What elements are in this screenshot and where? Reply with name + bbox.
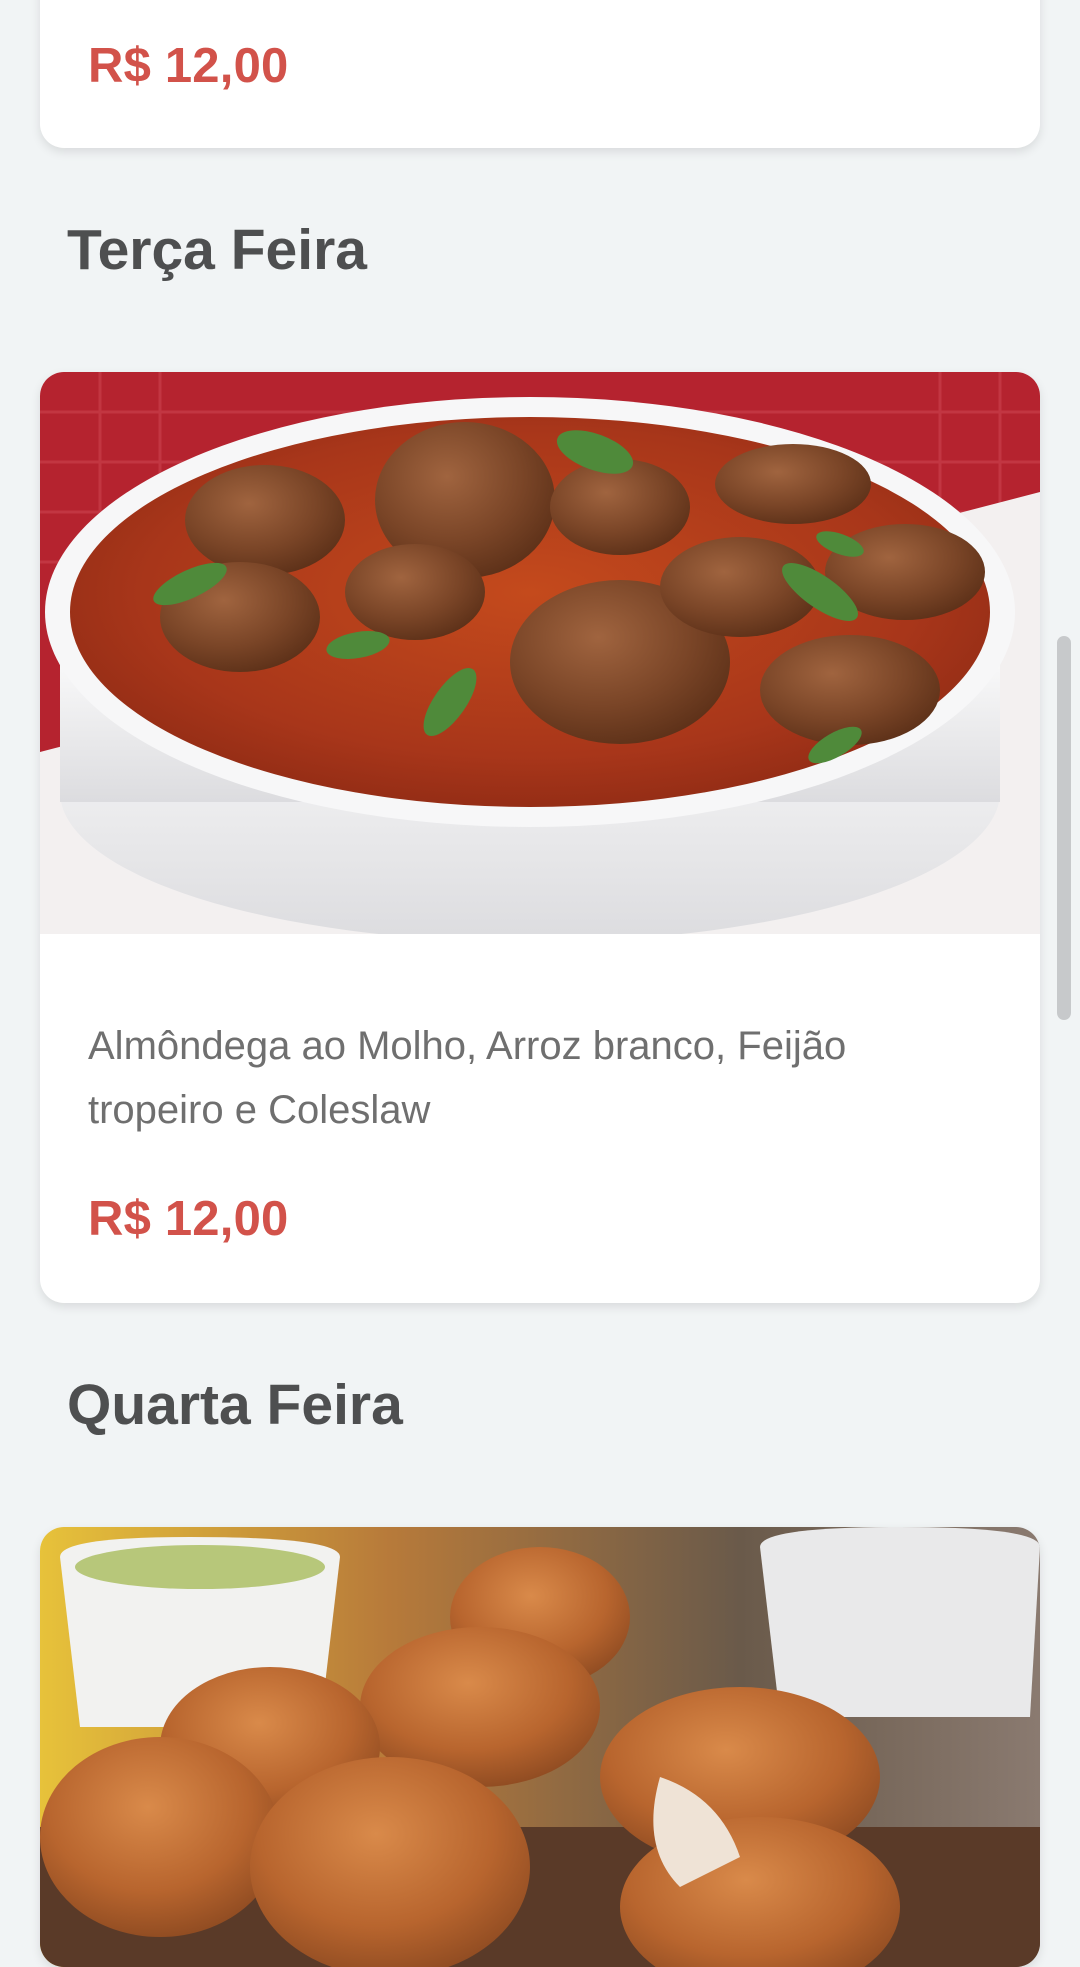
price-label: R$ 12,00	[88, 1192, 289, 1246]
meatballs-photo	[40, 372, 1040, 934]
day-heading-tuesday: Terça Feira	[67, 218, 367, 282]
menu-card-wednesday[interactable]	[40, 1527, 1040, 1967]
day-heading-wednesday: Quarta Feira	[67, 1373, 403, 1437]
fried-chicken-photo	[40, 1527, 1040, 1967]
menu-card-previous[interactable]: R$ 12,00	[40, 0, 1040, 148]
price-label: R$ 12,00	[88, 39, 289, 93]
scrollbar-thumb[interactable]	[1057, 636, 1071, 1020]
menu-card-tuesday[interactable]: Almôndega ao Molho, Arroz branco, Feijão…	[40, 372, 1040, 1303]
dish-description: Almôndega ao Molho, Arroz branco, Feijão…	[88, 1024, 847, 1132]
